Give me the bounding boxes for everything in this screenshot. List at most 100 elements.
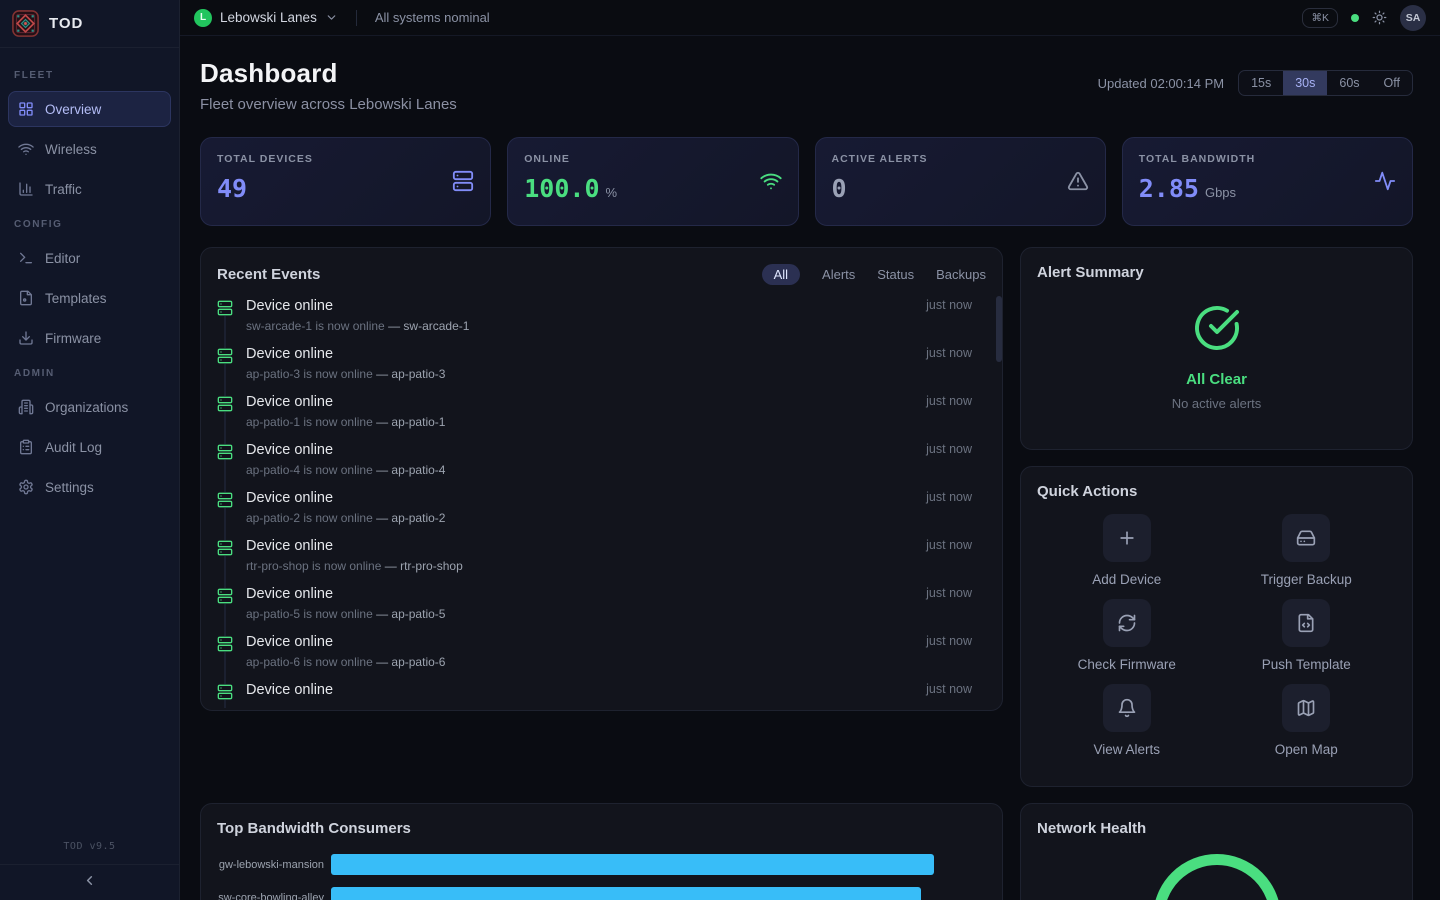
event-description: sw-arcade-1 is now online — sw-arcade-1 — [246, 319, 469, 333]
event-device-name: — ap-patio-4 — [376, 463, 445, 477]
stat-value-row: 49 — [217, 174, 474, 203]
quick-action-label: Add Device — [1092, 572, 1161, 587]
org-switcher[interactable]: L Lebowski Lanes — [194, 9, 338, 27]
server-icon — [217, 300, 233, 316]
event-title: Device online — [246, 442, 445, 458]
refresh-option-60s[interactable]: 60s — [1327, 71, 1371, 95]
event-row: Device onlineap-patio-6 is now online — … — [217, 634, 986, 682]
chevron-left-icon — [82, 873, 97, 893]
download-icon — [18, 330, 34, 346]
event-body: Device online — [246, 682, 333, 708]
sidebar-item-label: Templates — [45, 291, 107, 306]
events-scrollbar[interactable] — [996, 296, 1002, 362]
bandwidth-device-label: gw-lebowski-mansion — [217, 859, 331, 871]
event-title: Device online — [246, 346, 445, 362]
event-description: ap-patio-6 is now online — ap-patio-6 — [246, 655, 445, 669]
event-tab-all[interactable]: All — [762, 264, 800, 285]
refresh-option-30s[interactable]: 30s — [1283, 71, 1327, 95]
stat-card-total-bandwidth: TOTAL BANDWIDTH 2.85Gbps — [1122, 137, 1413, 226]
bandwidth-bar-track — [331, 854, 986, 875]
event-row: Device online sw-arcade-1 is now online —… — [217, 298, 986, 346]
stat-card-active-alerts: ACTIVE ALERTS 0 — [815, 137, 1106, 226]
event-row: Device onlineap-patio-1 is now online — … — [217, 394, 986, 442]
bandwidth-row: gw-lebowski-mansion — [217, 854, 986, 875]
server-icon — [217, 396, 233, 412]
sidebar-item-traffic[interactable]: Traffic — [8, 171, 171, 207]
alert-triangle-icon — [1067, 170, 1089, 197]
bandwidth-device-label: sw-core-bowling-alley — [217, 892, 331, 900]
event-timestamp: just now — [926, 346, 986, 394]
event-title: Device online — [246, 394, 445, 410]
event-row: Device onlineap-patio-5 is now online — … — [217, 586, 986, 634]
event-title: Device online — [246, 682, 333, 698]
main-content: Dashboard Fleet overview across Lebowski… — [180, 36, 1440, 900]
event-timestamp: just now — [926, 538, 986, 586]
event-device-name: — sw-arcade-1 — [388, 319, 469, 333]
quick-actions-card: Quick Actions Add DeviceTrigger BackupCh… — [1020, 466, 1413, 787]
quick-action-trigger-backup[interactable]: Trigger Backup — [1217, 514, 1397, 587]
stat-label: ONLINE — [524, 153, 781, 165]
bandwidth-title: Top Bandwidth Consumers — [217, 820, 411, 837]
refresh-option-off[interactable]: Off — [1372, 71, 1412, 95]
alert-status-text: All Clear — [1186, 371, 1247, 388]
quick-action-push-template[interactable]: Push Template — [1217, 599, 1397, 672]
nav-section-label: FLEET — [0, 62, 179, 87]
health-gauge: 100 — [1153, 854, 1281, 900]
event-timestamp: just now — [926, 298, 986, 346]
gear-icon — [18, 479, 34, 495]
event-title: Device online — [246, 298, 469, 314]
event-tab-backups[interactable]: Backups — [936, 267, 986, 282]
event-device-name: — rtr-pro-shop — [385, 559, 463, 573]
stat-label: TOTAL DEVICES — [217, 153, 474, 165]
server-icon — [217, 348, 233, 364]
sidebar-item-firmware[interactable]: Firmware — [8, 320, 171, 356]
sidebar-item-wireless[interactable]: Wireless — [8, 131, 171, 167]
server-icon — [217, 588, 233, 604]
refresh-icon — [1103, 599, 1151, 647]
event-body: Device onlinertr-pro-shop is now online … — [246, 538, 463, 586]
wifi-icon — [18, 141, 34, 157]
event-tab-status[interactable]: Status — [877, 267, 914, 282]
sidebar-item-settings[interactable]: Settings — [8, 469, 171, 505]
event-body: Device onlineap-patio-6 is now online — … — [246, 634, 445, 682]
activity-icon — [1374, 170, 1396, 197]
bandwidth-bar — [331, 887, 921, 900]
user-avatar[interactable]: SA — [1400, 5, 1426, 31]
sidebar-item-overview[interactable]: Overview — [8, 91, 171, 127]
quick-action-label: Trigger Backup — [1261, 572, 1352, 587]
org-name: Lebowski Lanes — [220, 10, 317, 25]
stat-label: TOTAL BANDWIDTH — [1139, 153, 1396, 165]
quick-action-label: View Alerts — [1093, 742, 1160, 757]
event-tab-alerts[interactable]: Alerts — [822, 267, 855, 282]
network-health-title: Network Health — [1037, 820, 1396, 837]
stat-value-row: 0 — [832, 174, 1089, 203]
sidebar-item-label: Traffic — [45, 182, 82, 197]
stat-value-row: 2.85Gbps — [1139, 174, 1396, 203]
alert-summary-card: Alert Summary All Clear No active alerts — [1020, 247, 1413, 450]
theme-toggle-sun-icon[interactable] — [1372, 10, 1387, 25]
command-palette-shortcut[interactable]: ⌘K — [1302, 8, 1338, 28]
sidebar-item-templates[interactable]: Templates — [8, 280, 171, 316]
topbar-divider — [356, 10, 357, 26]
sidebar-item-organizations[interactable]: Organizations — [8, 389, 171, 425]
quick-action-check-firmware[interactable]: Check Firmware — [1037, 599, 1217, 672]
network-health-card: Network Health 100 — [1020, 803, 1413, 900]
map-icon — [1282, 684, 1330, 732]
quick-action-view-alerts[interactable]: View Alerts — [1037, 684, 1217, 757]
event-row: Device onlineap-patio-2 is now online — … — [217, 490, 986, 538]
app-logo-icon — [12, 10, 39, 37]
event-body: Device onlineap-patio-5 is now online — … — [246, 586, 445, 634]
sidebar-item-label: Editor — [45, 251, 80, 266]
sidebar-item-editor[interactable]: Editor — [8, 240, 171, 276]
quick-action-open-map[interactable]: Open Map — [1217, 684, 1397, 757]
stat-unit: Gbps — [1205, 185, 1236, 200]
refresh-option-15s[interactable]: 15s — [1239, 71, 1283, 95]
quick-action-add-device[interactable]: Add Device — [1037, 514, 1217, 587]
stat-label: ACTIVE ALERTS — [832, 153, 1089, 165]
event-timestamp: just now — [926, 490, 986, 538]
system-status-text: All systems nominal — [375, 10, 490, 25]
event-timestamp: just now — [926, 634, 986, 682]
sidebar-collapse-button[interactable] — [0, 864, 179, 900]
sidebar-item-audit-log[interactable]: Audit Log — [8, 429, 171, 465]
sidebar-item-label: Overview — [45, 102, 101, 117]
